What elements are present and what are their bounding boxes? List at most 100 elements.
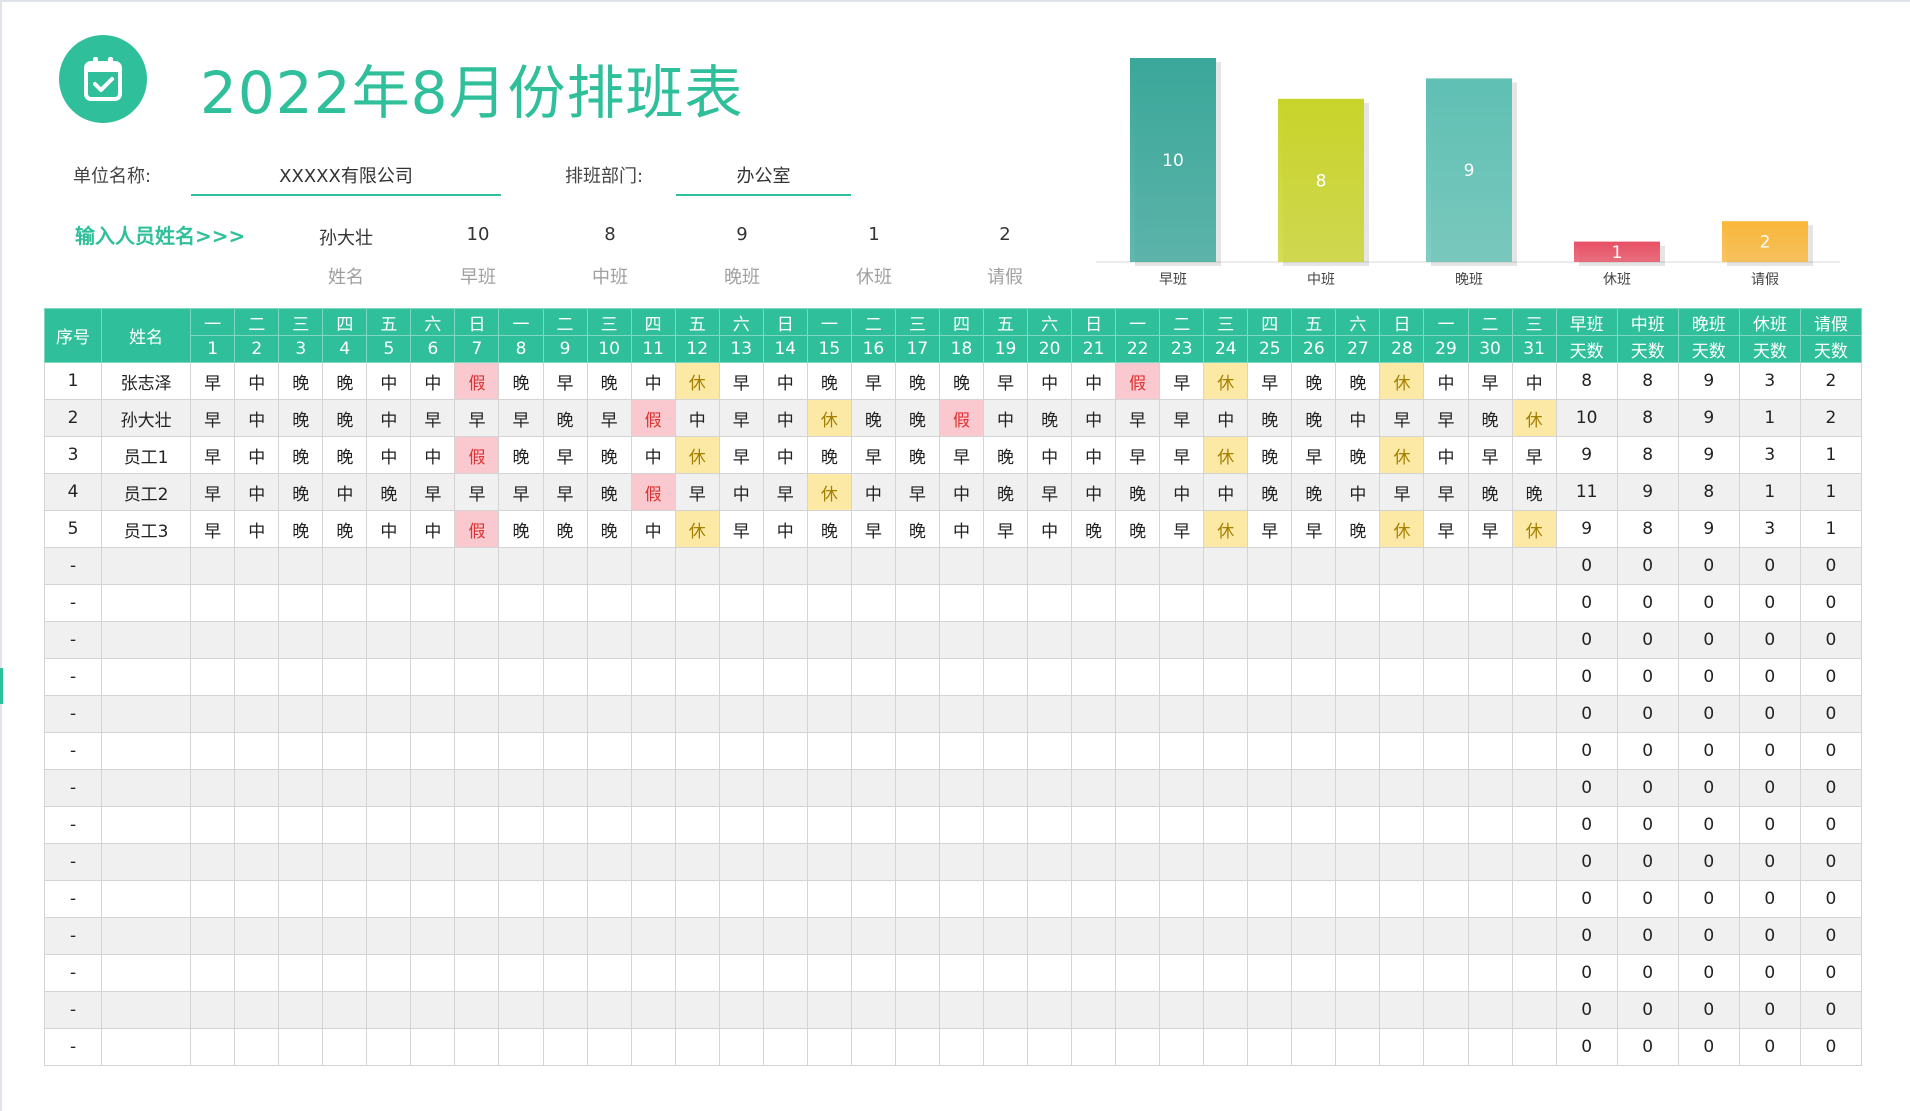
shift-cell[interactable] [278,547,324,585]
shift-cell[interactable] [1467,1028,1513,1066]
shift-cell[interactable] [1115,584,1161,622]
shift-cell[interactable]: 晚 [1511,473,1557,511]
shift-cell[interactable]: 晚 [498,510,544,548]
employee-name-cell[interactable] [101,658,192,696]
shift-cell[interactable]: 假 [454,362,500,400]
shift-cell[interactable] [938,954,985,992]
employee-name-cell[interactable] [101,695,192,733]
shift-cell[interactable] [1423,658,1469,696]
shift-cell[interactable] [850,547,896,585]
shift-cell[interactable] [894,917,940,955]
shift-cell[interactable]: 早 [1247,362,1293,400]
shift-cell[interactable] [1335,695,1381,733]
shift-cell[interactable] [1291,621,1337,659]
shift-cell[interactable] [1423,880,1469,918]
shift-cell[interactable]: 休 [1379,436,1425,474]
shift-cell[interactable] [1115,991,1161,1029]
shift-cell[interactable] [1071,658,1117,696]
shift-cell[interactable] [454,732,500,770]
shift-cell[interactable] [498,547,544,585]
shift-cell[interactable] [1291,991,1337,1029]
shift-cell[interactable] [410,954,456,992]
shift-cell[interactable]: 晚 [1467,473,1513,511]
shift-cell[interactable] [1115,954,1161,992]
shift-cell[interactable] [630,880,676,918]
shift-cell[interactable] [938,547,985,585]
shift-cell[interactable] [1159,547,1205,585]
shift-cell[interactable]: 中 [366,362,412,400]
shift-cell[interactable] [498,695,544,733]
shift-cell[interactable]: 晚 [1335,436,1381,474]
shift-cell[interactable] [1115,806,1161,844]
shift-cell[interactable] [278,843,324,881]
shift-cell[interactable] [278,584,324,622]
shift-cell[interactable] [586,658,632,696]
shift-cell[interactable]: 早 [1423,510,1469,548]
shift-cell[interactable] [1467,880,1513,918]
shift-cell[interactable] [1423,843,1469,881]
shift-cell[interactable] [1027,547,1073,585]
shift-cell[interactable] [454,658,500,696]
shift-cell[interactable] [1379,954,1425,992]
shift-cell[interactable]: 早 [542,473,588,511]
shift-cell[interactable] [894,547,940,585]
shift-cell[interactable] [454,917,500,955]
summary-name-input[interactable]: 孙大壮 [296,224,396,250]
shift-cell[interactable] [1159,621,1205,659]
shift-cell[interactable]: 早 [1159,362,1205,400]
shift-cell[interactable] [1115,843,1161,881]
shift-cell[interactable] [1335,880,1381,918]
shift-cell[interactable] [322,806,368,844]
shift-cell[interactable] [1159,954,1205,992]
shift-cell[interactable]: 晚 [894,399,940,437]
employee-name-cell[interactable] [101,547,192,585]
shift-cell[interactable] [982,806,1029,844]
shift-cell[interactable]: 早 [1467,436,1513,474]
shift-cell[interactable] [322,954,368,992]
shift-cell[interactable]: 中 [938,510,985,548]
shift-cell[interactable] [1071,843,1117,881]
shift-cell[interactable]: 中 [366,399,412,437]
shift-cell[interactable] [410,547,456,585]
shift-cell[interactable] [806,880,852,918]
shift-cell[interactable]: 休 [1379,362,1425,400]
shift-cell[interactable] [630,695,676,733]
shift-cell[interactable] [278,621,324,659]
shift-cell[interactable] [190,1028,236,1066]
shift-cell[interactable]: 早 [1159,399,1205,437]
shift-cell[interactable] [498,880,544,918]
shift-cell[interactable] [1115,1028,1161,1066]
shift-cell[interactable]: 晚 [1027,399,1073,437]
shift-cell[interactable] [850,880,896,918]
shift-cell[interactable] [1027,732,1073,770]
shift-cell[interactable] [586,991,632,1029]
shift-cell[interactable] [938,806,985,844]
shift-cell[interactable] [1511,584,1557,622]
shift-cell[interactable] [630,1028,676,1066]
shift-cell[interactable] [718,843,764,881]
shift-cell[interactable] [1291,658,1337,696]
shift-cell[interactable] [1247,547,1293,585]
shift-cell[interactable] [718,954,764,992]
shift-cell[interactable]: 休 [1379,510,1425,548]
shift-cell[interactable] [1511,1028,1557,1066]
shift-cell[interactable]: 中 [630,510,676,548]
shift-cell[interactable] [894,843,940,881]
shift-cell[interactable] [366,954,412,992]
shift-cell[interactable] [1203,658,1249,696]
shift-cell[interactable]: 中 [630,362,676,400]
shift-cell[interactable] [762,843,808,881]
shift-cell[interactable] [1379,658,1425,696]
shift-cell[interactable]: 晚 [806,510,852,548]
shift-cell[interactable] [1247,806,1293,844]
shift-cell[interactable] [1467,769,1513,807]
shift-cell[interactable] [1467,843,1513,881]
shift-cell[interactable]: 晚 [498,362,544,400]
shift-cell[interactable] [1247,880,1293,918]
shift-cell[interactable] [234,917,280,955]
shift-cell[interactable]: 晚 [894,436,940,474]
shift-cell[interactable] [498,954,544,992]
shift-cell[interactable] [1379,991,1425,1029]
shift-cell[interactable]: 晚 [322,399,368,437]
shift-cell[interactable] [1291,880,1337,918]
